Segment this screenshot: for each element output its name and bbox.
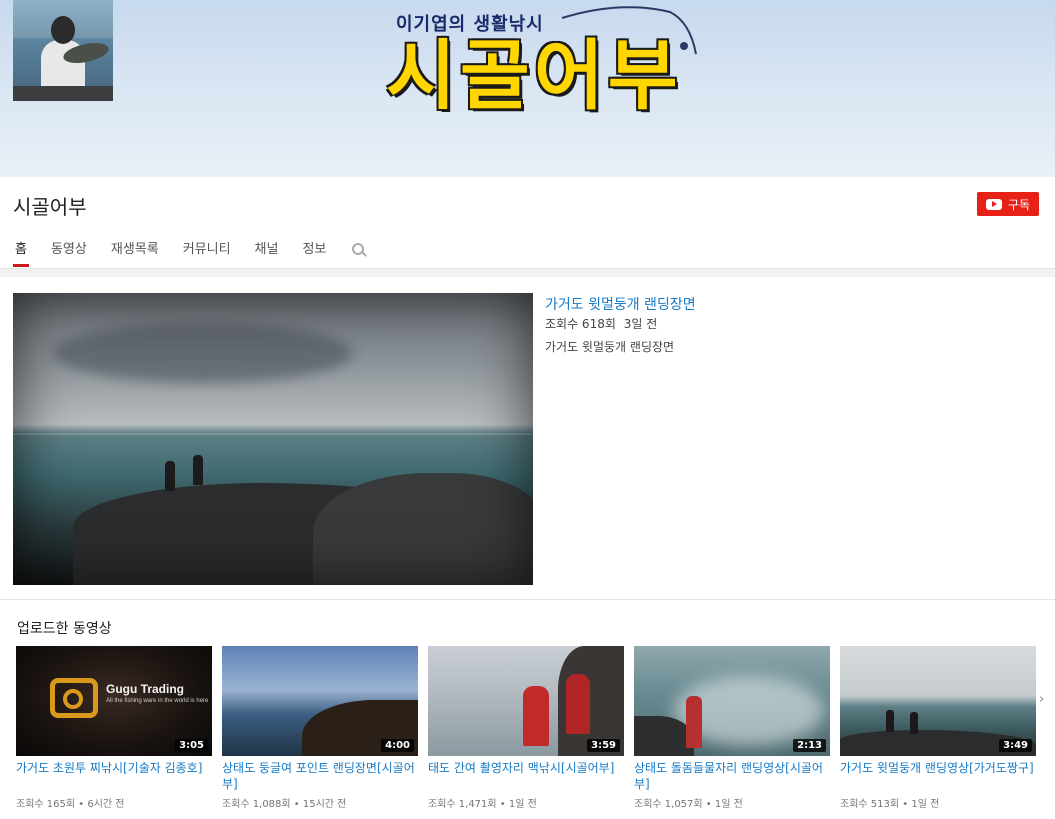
video-thumbnail[interactable]: 3:49 (840, 646, 1036, 756)
video-thumbnail[interactable]: 4:00 (222, 646, 418, 756)
subscribe-button[interactable]: 구독 (977, 192, 1039, 216)
video-time: 1일 전 (714, 799, 743, 810)
video-views: 조회수 1,471회 (428, 799, 497, 810)
youtube-play-icon (985, 198, 1002, 210)
chevron-right-icon[interactable]: › (1039, 692, 1051, 707)
video-time: 1일 전 (508, 799, 537, 810)
channel-tabs: 홈 동영상 재생목록 커뮤니티 채널 정보 (0, 237, 368, 268)
video-meta: 조회수 165회 • 6시간 전 (16, 799, 125, 810)
video-title[interactable]: 가거도 윗멀둥개 랜딩영상[가거도짱구] (840, 760, 1036, 792)
search-icon-handle (361, 251, 368, 257)
video-time: 1일 전 (911, 799, 940, 810)
video-thumbnail[interactable]: 3:59 (428, 646, 624, 756)
video-card[interactable]: Gugu Trading All the fishing ware in the… (16, 646, 212, 810)
video-thumbnail[interactable]: 2:13 (634, 646, 830, 756)
subscribe-label: 구독 (1007, 197, 1031, 212)
video-thumbnail[interactable]: Gugu Trading All the fishing ware in the… (16, 646, 212, 756)
tab-channels[interactable]: 채널 (243, 237, 291, 266)
video-views: 조회수 165회 (16, 799, 76, 810)
video-meta: 조회수 1,471회 • 1일 전 (428, 799, 537, 810)
video-time: 6시간 전 (87, 799, 125, 810)
featured-views: 조회수 618회 (545, 317, 616, 331)
featured-video-title[interactable]: 가거도 윗멀둥개 랜딩장면 (545, 294, 696, 314)
video-duration: 3:59 (587, 739, 620, 752)
channel-avatar[interactable] (13, 0, 113, 101)
channel-banner: 이기엽의 생활낚시 시골어부 (0, 0, 1055, 177)
video-title[interactable]: 태도 간여 촬영자리 맥낚시[시골어부] (428, 760, 624, 792)
featured-video-meta: 조회수 618회 3일 전 (545, 315, 657, 332)
thumbnail-angler-2 (566, 674, 590, 734)
gugu-logo-icon (50, 678, 98, 718)
channel-name: 시골어부 (13, 195, 87, 219)
thumbnail-logo-text: Gugu Trading (106, 682, 184, 696)
video-title[interactable]: 상태도 돌돔들물자리 랜딩영상[시골어부] (634, 760, 830, 792)
featured-video-player[interactable] (13, 293, 533, 585)
thumbnail-logo-subtext: All the fishing ware in the world is her… (106, 698, 209, 704)
video-time: 15시간 전 (302, 799, 347, 810)
video-views: 조회수 1,057회 (634, 799, 703, 810)
banner-title: 시골어부 (386, 31, 682, 120)
video-views: 조회수 513회 (840, 799, 900, 810)
video-card[interactable]: 3:59 태도 간여 촬영자리 맥낚시[시골어부] 조회수 1,471회 • 1… (428, 646, 624, 810)
avatar-rock (13, 86, 113, 101)
thumbnail-angler-1 (523, 686, 549, 746)
video-duration: 3:05 (175, 739, 208, 752)
featured-video-section: 가거도 윗멀둥개 랜딩장면 조회수 618회 3일 전 가거도 윗멀둥개 랜딩장… (0, 277, 1055, 600)
video-meta: 조회수 1,057회 • 1일 전 (634, 799, 743, 810)
featured-vignette (13, 293, 533, 585)
thumbnail-angler-1 (886, 710, 894, 732)
tab-about[interactable]: 정보 (290, 237, 338, 266)
video-views: 조회수 1,088회 (222, 799, 291, 810)
featured-video-description: 가거도 윗멀둥개 랜딩장면 (545, 340, 675, 354)
video-meta: 조회수 513회 • 1일 전 (840, 799, 940, 810)
video-meta: 조회수 1,088회 • 15시간 전 (222, 799, 347, 810)
tab-home[interactable]: 홈 (0, 237, 39, 267)
thumbnail-angler (686, 696, 702, 748)
tab-videos[interactable]: 동영상 (39, 237, 99, 266)
tab-community[interactable]: 커뮤니티 (171, 237, 243, 266)
avatar-person-head (51, 16, 75, 44)
video-card[interactable]: 3:49 가거도 윗멀둥개 랜딩영상[가거도짱구] 조회수 513회 • 1일 … (840, 646, 1036, 810)
video-card[interactable]: 4:00 상태도 둥글여 포인트 랜딩장면[시골어부] 조회수 1,088회 •… (222, 646, 418, 810)
video-title[interactable]: 가거도 초원투 찌낚시[기술자 김종호] (16, 760, 212, 792)
video-title[interactable]: 상태도 둥글여 포인트 랜딩장면[시골어부] (222, 760, 418, 792)
video-duration: 4:00 (381, 739, 414, 752)
video-duration: 3:49 (999, 739, 1032, 752)
tab-playlists[interactable]: 재생목록 (99, 237, 171, 266)
uploads-section-title[interactable]: 업로드한 동영상 (17, 618, 112, 638)
thumbnail-angler-2 (910, 712, 918, 734)
uploads-section: 업로드한 동영상 Gugu Trading All the fishing wa… (0, 600, 1055, 819)
channel-header: 시골어부 구독 홈 동영상 재생목록 커뮤니티 채널 정보 (0, 177, 1055, 269)
video-duration: 2:13 (793, 739, 826, 752)
featured-time: 3일 전 (623, 317, 658, 331)
video-card[interactable]: 2:13 상태도 돌돔들물자리 랜딩영상[시골어부] 조회수 1,057회 • … (634, 646, 830, 810)
search-icon[interactable] (352, 243, 368, 259)
